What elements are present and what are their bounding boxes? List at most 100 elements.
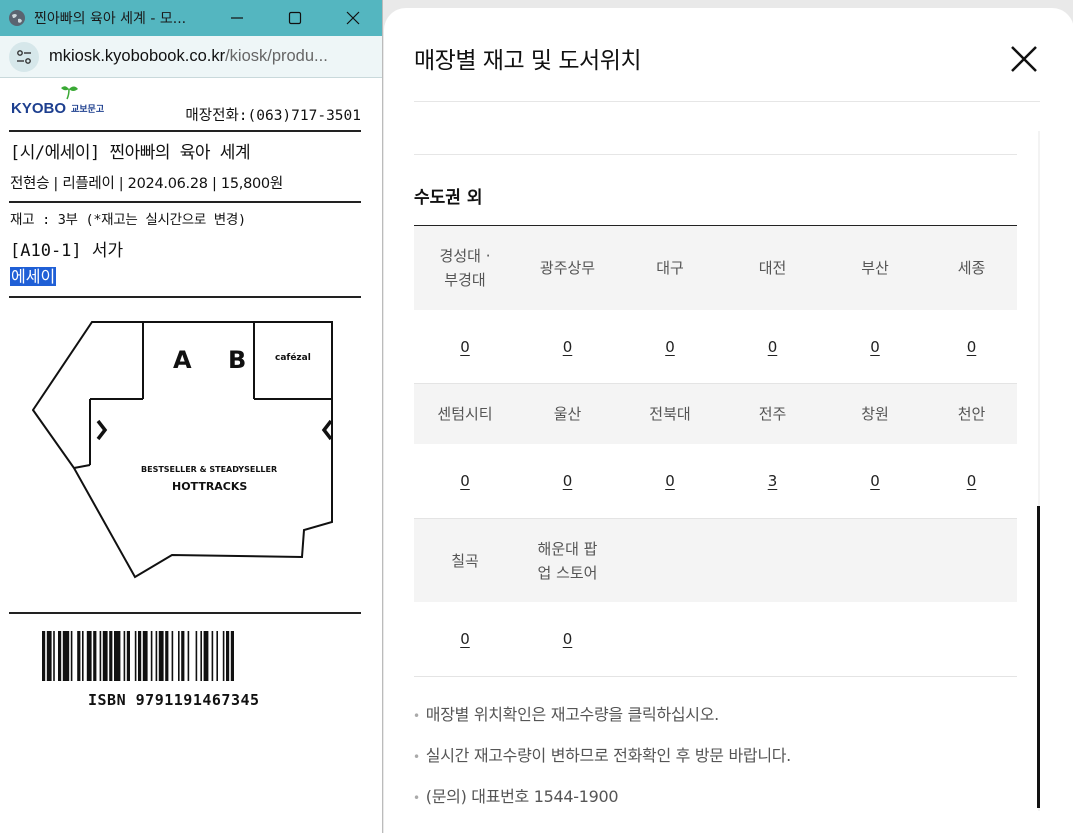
barcode-bar [158,631,164,681]
stock-count[interactable]: 0 [926,310,1017,383]
stock-count[interactable]: 0 [516,310,619,383]
region-title: 수도권 외 [414,188,483,208]
barcode-bar [138,631,142,681]
stock-line: 재고 : 3부 (*재고는 실시간으로 변경) [10,212,246,228]
barcode-bar [134,631,137,681]
table-header-row: 칠곡 해운대 팝업 스토어 [414,519,1017,602]
barcode-bar [102,631,108,681]
book-title: [시/에세이] 찐아빠의 육아 세계 [10,143,251,163]
stock-count[interactable]: 0 [619,444,721,518]
minimize-button[interactable] [208,0,266,36]
close-icon [346,11,360,25]
barcode-bar [86,631,92,681]
stock-count[interactable]: 0 [414,310,516,383]
store-name: 울산 [553,405,582,423]
notes-list: • 매장별 위치확인은 재고수량을 클릭하십시오. • 실시간 재고수량이 변하므로… [413,701,791,824]
maximize-icon [288,11,302,25]
stock-count[interactable]: 0 [516,444,619,518]
stock-count[interactable]: 0 [824,310,926,383]
url-text[interactable]: mkiosk.kyobobook.co.kr/kiosk/produ... [49,47,328,66]
store-name [926,519,1017,602]
close-window-button[interactable] [324,0,382,36]
floor-map-svg: A B cafézal BESTSELLER & STEADYSELLER HO… [32,321,333,579]
map-label-a: A [173,346,192,374]
modal-title: 매장별 재고 및 도서위치 [414,48,642,74]
maximize-button[interactable] [266,0,324,36]
table-value-row: 0 0 0 0 0 0 [414,310,1017,384]
barcode-bar [171,631,174,681]
section-divider [414,154,1017,155]
barcode-bar [211,631,214,681]
barcode-bar [114,631,121,681]
map-label-seller: BESTSELLER & STEADYSELLER [141,465,277,474]
stock-count[interactable]: 0 [516,602,619,676]
barcode-bar [82,631,84,681]
store-stock-table: 경성대 · 부경대 광주상무 대구 대전 부산 세종 0 0 0 0 0 0 센… [414,225,1017,677]
stock-count[interactable]: 0 [414,602,516,676]
stock-location-modal: 매장별 재고 및 도서위치 수도권 외 경성대 · 부경대 광주상무 대구 대전… [384,8,1073,833]
kiosk-receipt: KYOBO 교보문고 매장전화:(063)717-3501 [시/에세이] 찐아… [0,78,382,724]
logo-subtext: 교보문고 [71,104,104,115]
barcode-bar [165,631,169,681]
stock-count[interactable]: 0 [721,310,824,383]
table-header-row: 경성대 · 부경대 광주상무 대구 대전 부산 세종 [414,226,1017,310]
kiosk-popup-window: 찐아빠의 육아 세계 - 모... mkiosk.kyobobook.co.kr… [0,0,383,833]
barcode-bar [99,631,102,681]
barcode-bar [200,631,202,681]
modal-divider [414,101,1040,102]
store-map: A B cafézal BESTSELLER & STEADYSELLER HO… [9,298,361,614]
store-phone: 매장전화:(063)717-3501 [185,108,361,124]
barcode-bar [126,631,130,681]
barcode-bar [187,631,190,681]
genre-line: 에세이 [10,263,361,287]
barcode-bar [123,631,126,681]
barcode-bar [195,631,198,681]
stock-count[interactable]: 0 [926,444,1017,518]
barcode-bar [222,631,225,681]
barcode-bar [150,631,153,681]
table-header-row: 센텀시티 울산 전북대 전주 창원 천안 [414,384,1017,444]
barcode-bar [58,631,62,681]
map-label-hottracks: HOTTRACKS [172,480,247,493]
store-name: 광주상무 [539,259,596,277]
url-host: mkiosk.kyobobook.co.kr [49,47,226,65]
barcode-bar [203,631,209,681]
barcode-bar [142,631,148,681]
store-name [721,519,824,602]
stock-count[interactable]: 0 [414,444,516,518]
window-titlebar[interactable]: 찐아빠의 육아 세계 - 모... [0,0,382,36]
stock-count [721,602,824,676]
note-item: • 실시간 재고수량이 변하므로 전화확인 후 방문 바랍니다. [413,746,791,765]
store-name: 세종 [957,259,986,277]
barcode-bar [216,631,218,681]
kiosk-header: KYOBO 교보문고 매장전화:(063)717-3501 [9,78,361,132]
store-name [824,519,926,602]
barcode-bar [46,631,52,681]
barcode-image [42,631,234,681]
globe-icon [9,10,25,26]
stock-count[interactable]: 0 [619,310,721,383]
kyobo-logo: KYOBO 교보문고 [11,86,104,117]
address-bar[interactable]: mkiosk.kyobobook.co.kr/kiosk/produ... [0,36,382,78]
isbn-text: ISBN 9791191467345 [88,691,260,709]
chevron-left-icon [321,419,333,441]
store-name: 천안 [957,405,986,423]
barcode-bar [230,631,234,681]
site-settings-icon[interactable] [9,41,39,72]
stock-count[interactable]: 0 [824,444,926,518]
table-value-row: 0 0 [414,602,1017,677]
stock-count[interactable]: 3 [721,444,824,518]
close-modal-icon[interactable] [1009,44,1039,74]
barcode-bar [62,631,70,681]
barcode-bar [109,631,113,681]
stock-info: 재고 : 3부 (*재고는 실시간으로 변경) [A10-1] 서가 에세이 [9,203,361,298]
url-path: /kiosk/produ... [225,47,328,65]
barcode-bar [155,631,158,681]
store-name: 창원 [861,405,889,423]
scrollbar-thumb[interactable] [1037,506,1040,808]
store-name: 부산 [861,259,889,277]
store-name: 경성대 · 부경대 [439,247,491,289]
store-name: 칠곡 [451,551,479,570]
barcode-bar [93,631,97,681]
minimize-icon [231,17,243,19]
